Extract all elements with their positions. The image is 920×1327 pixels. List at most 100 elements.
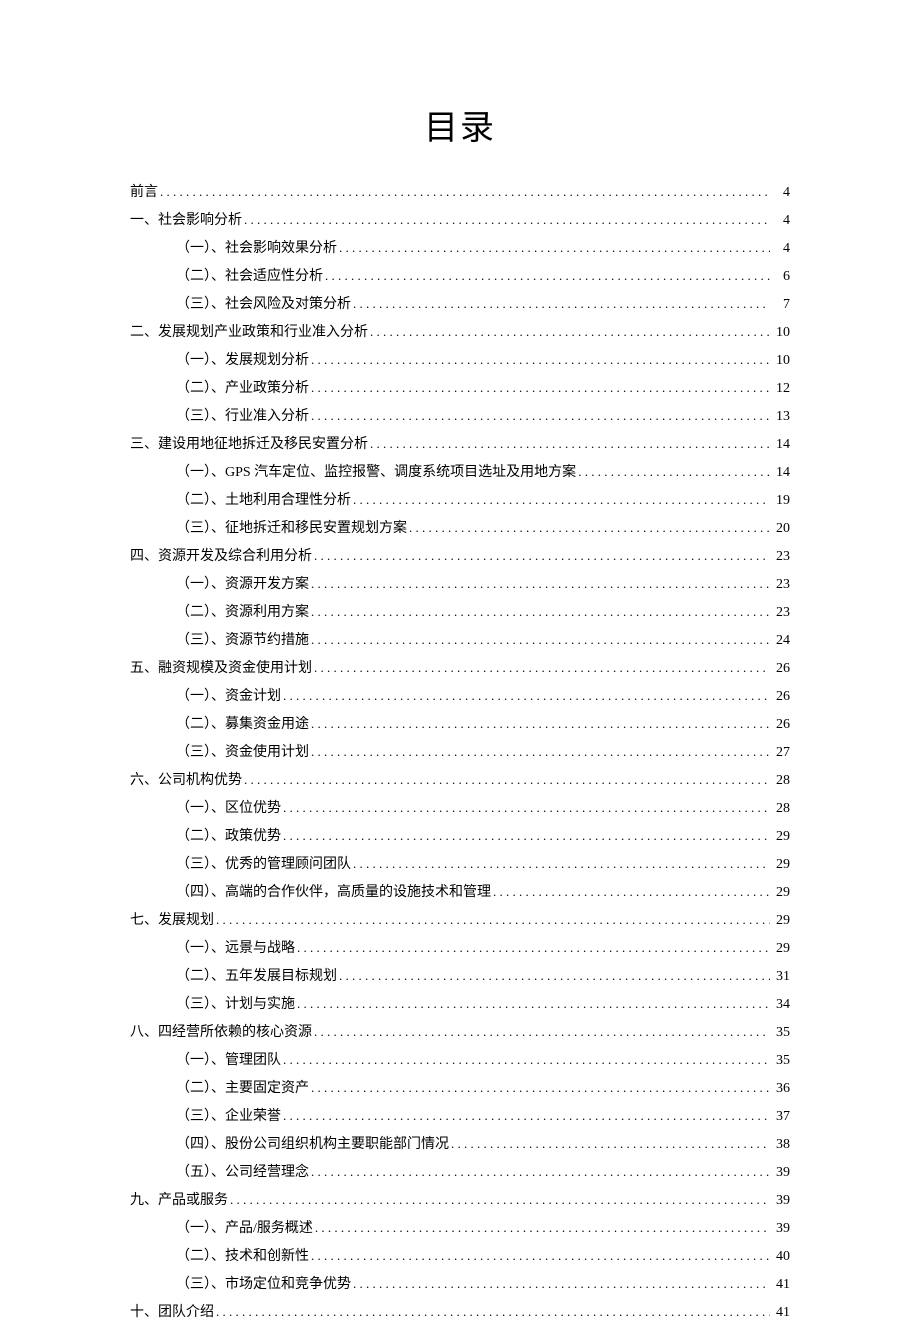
toc-entry-text: 七、发展规划 <box>130 907 214 935</box>
toc-entry-page: 23 <box>772 571 790 599</box>
toc-leader-dots <box>297 935 770 961</box>
toc-entry-page: 28 <box>772 795 790 823</box>
toc-entry-text: （二）、技术和创新性 <box>176 1243 309 1271</box>
toc-entry-text: （二）、土地利用合理性分析 <box>176 487 351 515</box>
toc-entry: （二）、技术和创新性40 <box>130 1243 790 1271</box>
toc-leader-dots <box>160 179 770 205</box>
toc-entry-page: 39 <box>772 1187 790 1215</box>
toc-entry: （一）、管理团队35 <box>130 1047 790 1075</box>
toc-entry: （一）、发展规划分析 10 <box>130 347 790 375</box>
toc-entry: 十、团队介绍41 <box>130 1299 790 1327</box>
toc-leader-dots <box>325 263 770 289</box>
toc-leader-dots <box>311 403 770 429</box>
toc-leader-dots <box>283 1047 770 1073</box>
toc-entry: 前言4 <box>130 179 790 207</box>
toc-entry-text: （三）、社会风险及对策分析 <box>176 291 351 319</box>
toc-leader-dots <box>311 599 770 625</box>
toc-leader-dots <box>314 655 770 681</box>
toc-entry-page: 10 <box>772 347 790 375</box>
toc-leader-dots <box>370 431 770 457</box>
toc-entry-page: 37 <box>772 1103 790 1131</box>
toc-entry: 四、资源开发及综合利用分析23 <box>130 543 790 571</box>
toc-leader-dots <box>230 1187 770 1213</box>
toc-entry-text: （一）、资金计划 <box>176 683 281 711</box>
toc-entry-page: 23 <box>772 599 790 627</box>
toc-entry-text: （一）、GPS 汽车定位、监控报警、调度系统项目选址及用地方案 <box>176 459 576 487</box>
toc-entry-page: 26 <box>772 711 790 739</box>
toc-entry: （三）、社会风险及对策分析7 <box>130 291 790 319</box>
toc-entry-page: 29 <box>772 935 790 963</box>
toc-leader-dots <box>311 1159 770 1185</box>
toc-entry: （三）、市场定位和竞争优势41 <box>130 1271 790 1299</box>
toc-entry: 八、四经营所依赖的核心资源35 <box>130 1019 790 1047</box>
toc-entry-text: （二）、社会适应性分析 <box>176 263 323 291</box>
toc-leader-dots <box>314 1019 770 1045</box>
toc-entry-page: 36 <box>772 1075 790 1103</box>
toc-entry: 九、产品或服务 39 <box>130 1187 790 1215</box>
toc-leader-dots <box>311 739 770 765</box>
toc-entry: 二、发展规划产业政策和行业准入分析 10 <box>130 319 790 347</box>
toc-entry: （三）、企业荣誉37 <box>130 1103 790 1131</box>
toc-entry: （一）、远景与战略 29 <box>130 935 790 963</box>
toc-entry-text: （三）、资金使用计划 <box>176 739 309 767</box>
toc-entry: （二）、产业政策分析12 <box>130 375 790 403</box>
toc-entry-text: （五）、公司经营理念 <box>176 1159 309 1187</box>
toc-leader-dots <box>353 1271 770 1297</box>
toc-leader-dots <box>314 543 770 569</box>
toc-entry-page: 35 <box>772 1019 790 1047</box>
document-page: 目录 前言4一、社会影响分析4（一）、社会影响效果分析4（二）、社会适应性分析6… <box>0 0 920 1301</box>
toc-leader-dots <box>216 907 770 933</box>
toc-leader-dots <box>244 207 770 233</box>
toc-leader-dots <box>311 347 770 373</box>
toc-entry-text: （二）、五年发展目标规划 <box>176 963 337 991</box>
toc-entry: （一）、资源开发方案 23 <box>130 571 790 599</box>
toc-leader-dots <box>353 291 770 317</box>
toc-entry-page: 28 <box>772 767 790 795</box>
toc-entry-text: （一）、发展规划分析 <box>176 347 309 375</box>
toc-entry-text: （四）、高端的合作伙伴，高质量的设施技术和管理 <box>176 879 491 907</box>
toc-entry: （三）、资源节约措施24 <box>130 627 790 655</box>
toc-entry: 六、公司机构优势 28 <box>130 767 790 795</box>
toc-entry: （三）、行业准入分析 13 <box>130 403 790 431</box>
toc-entry: 五、融资规模及资金使用计划26 <box>130 655 790 683</box>
toc-entry-text: 六、公司机构优势 <box>130 767 242 795</box>
toc-entry-text: （三）、计划与实施 <box>176 991 295 1019</box>
toc-entry-page: 6 <box>772 263 790 291</box>
toc-entry-text: （一）、资源开发方案 <box>176 571 309 599</box>
toc-entry-text: （三）、资源节约措施 <box>176 627 309 655</box>
toc-entry-page: 4 <box>772 179 790 207</box>
toc-entry-page: 29 <box>772 879 790 907</box>
toc-leader-dots <box>353 487 770 513</box>
toc-entry: 七、发展规划29 <box>130 907 790 935</box>
toc-entry-text: （三）、行业准入分析 <box>176 403 309 431</box>
toc-entry-page: 19 <box>772 487 790 515</box>
toc-entry-text: 五、融资规模及资金使用计划 <box>130 655 312 683</box>
toc-entry-page: 14 <box>772 459 790 487</box>
toc-entry-page: 26 <box>772 683 790 711</box>
toc-entry-text: 四、资源开发及综合利用分析 <box>130 543 312 571</box>
toc-entry-text: （三）、市场定位和竞争优势 <box>176 1271 351 1299</box>
table-of-contents: 前言4一、社会影响分析4（一）、社会影响效果分析4（二）、社会适应性分析6（三）… <box>130 179 790 1327</box>
toc-entry-text: （二）、募集资金用途 <box>176 711 309 739</box>
toc-entry-page: 13 <box>772 403 790 431</box>
toc-entry-text: （一）、管理团队 <box>176 1047 281 1075</box>
toc-entry: （三）、资金使用计划27 <box>130 739 790 767</box>
toc-leader-dots <box>451 1131 770 1157</box>
toc-entry-text: （二）、资源利用方案 <box>176 599 309 627</box>
page-title: 目录 <box>130 100 790 149</box>
toc-entry-page: 10 <box>772 319 790 347</box>
toc-entry: （二）、五年发展目标规划31 <box>130 963 790 991</box>
toc-entry-text: 九、产品或服务 <box>130 1187 228 1215</box>
toc-leader-dots <box>244 767 770 793</box>
toc-entry: （三）、计划与实施34 <box>130 991 790 1019</box>
toc-entry-text: 一、社会影响分析 <box>130 207 242 235</box>
toc-entry-text: 二、发展规划产业政策和行业准入分析 <box>130 319 368 347</box>
toc-entry: （一）、产品/服务概述39 <box>130 1215 790 1243</box>
toc-leader-dots <box>353 851 770 877</box>
toc-entry-page: 39 <box>772 1159 790 1187</box>
toc-entry: （二）、土地利用合理性分析 19 <box>130 487 790 515</box>
toc-leader-dots <box>315 1215 770 1241</box>
toc-entry-text: （二）、产业政策分析 <box>176 375 309 403</box>
toc-entry-text: （一）、远景与战略 <box>176 935 295 963</box>
toc-leader-dots <box>339 235 770 261</box>
